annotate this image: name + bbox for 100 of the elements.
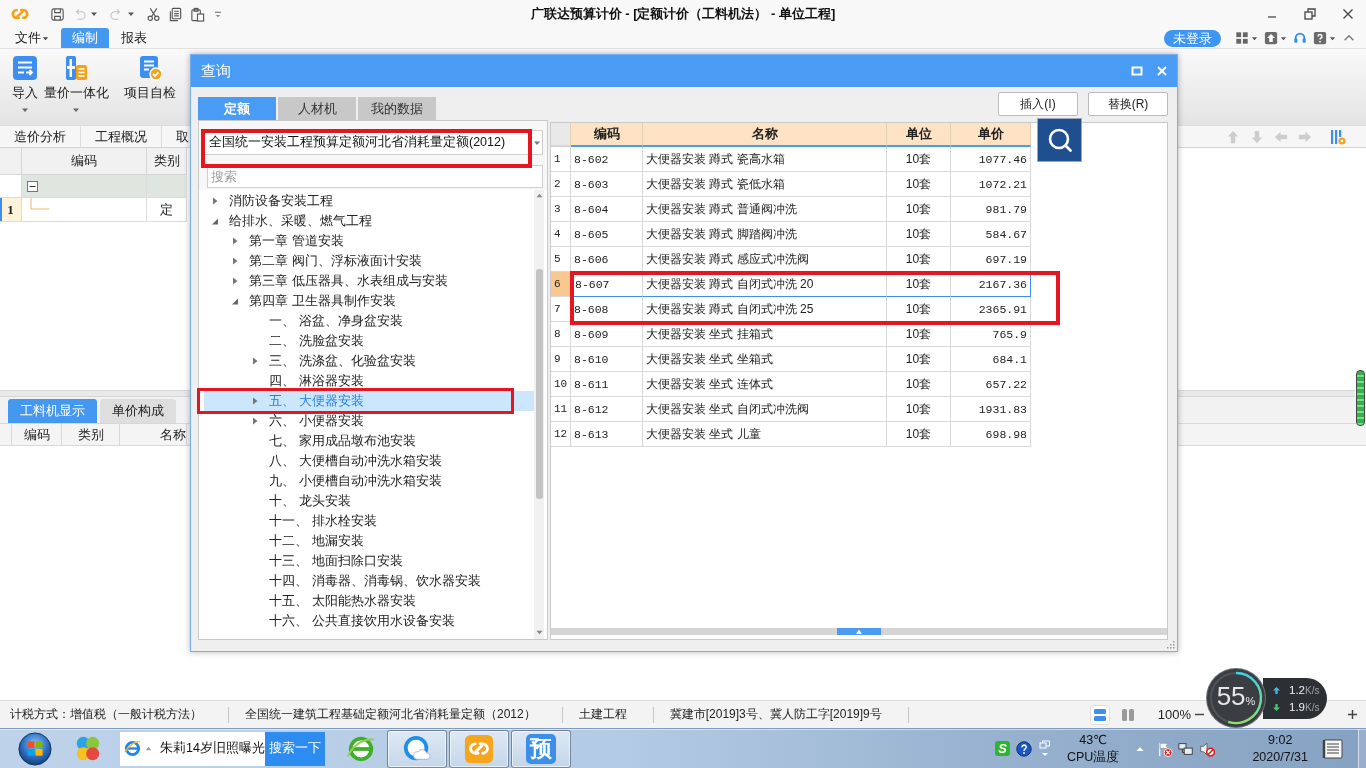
tree-item[interactable]: 第四章 卫生器具制作安装	[204, 291, 534, 311]
taskbar-app-button[interactable]	[449, 729, 509, 768]
clock-time[interactable]: 9:02	[1268, 731, 1293, 749]
table-cell: 1072.21	[951, 172, 1031, 197]
import-button[interactable]: 导入	[5, 49, 45, 123]
action-button[interactable]: 替换(R)	[1088, 92, 1168, 116]
upload-icon[interactable]	[1264, 31, 1278, 45]
table-cell: 大便器安装 坐式 坐箱式	[643, 347, 887, 372]
copy-icon[interactable]	[168, 6, 183, 22]
row-number: 9	[551, 347, 571, 372]
status-text: 土建工程	[578, 706, 627, 723]
taskbar-app-button[interactable]	[387, 729, 447, 768]
tree-item[interactable]: 六、 小便器安装	[204, 411, 534, 431]
collapse-box-icon[interactable]	[27, 180, 38, 192]
zoom-in-icon[interactable]	[1347, 709, 1358, 720]
help-icon[interactable]	[1016, 740, 1032, 757]
tree-item[interactable]: 第二章 阀门、浮标液面计安装	[204, 251, 534, 271]
menu-tab[interactable]: 文件	[9, 28, 55, 48]
resize-grip-icon[interactable]	[1165, 639, 1175, 649]
speed-panel[interactable]: 1.2K/s 1.9K/s	[1263, 678, 1327, 719]
dialog-tab[interactable]: 我的数据	[358, 97, 436, 120]
row-number: 4	[551, 222, 571, 247]
tree-item[interactable]: 一、 浴盆、净身盆安装	[204, 311, 534, 331]
table-cell: 10套	[887, 397, 951, 422]
tree-item[interactable]: 二、 洗脸盆安装	[204, 331, 534, 351]
scroll-down-icon[interactable]	[534, 629, 544, 636]
side-handle[interactable]	[1356, 370, 1365, 426]
table-cell: 10套	[887, 172, 951, 197]
notes-icon[interactable]	[1322, 737, 1344, 760]
menu-tab[interactable]: 报表	[115, 28, 153, 48]
tree-item[interactable]: 三、 洗涤盆、化验盆安装	[204, 351, 534, 371]
row-number: 2	[551, 172, 571, 197]
tree-connector-icon	[29, 198, 49, 212]
tree-item[interactable]: 给排水、采暖、燃气工程	[204, 211, 534, 231]
caret-icon[interactable]	[1329, 34, 1336, 42]
search-button[interactable]	[1037, 118, 1082, 162]
pane-tab[interactable]: 单价构成	[100, 399, 176, 423]
status-text: 全国统一建筑工程基础定额河北省消耗量定额（2012）	[245, 706, 536, 723]
tree-item[interactable]: 九、 小便槽自动冲洗水箱安装	[204, 471, 534, 491]
table-cell: 定	[147, 198, 187, 222]
dialog-tab[interactable]: 人材机	[278, 97, 356, 120]
maximize-icon[interactable]	[1131, 65, 1143, 77]
tree-item[interactable]: 四、 淋浴器安装	[204, 371, 534, 391]
view-tab[interactable]: 取	[162, 126, 191, 147]
help-icon[interactable]	[1313, 31, 1327, 45]
tree-item[interactable]: 十一、 排水栓安装	[204, 511, 534, 531]
table-cell: 8-609	[571, 322, 643, 347]
tree-item[interactable]: 十六、 公共直接饮用水设备安装	[204, 611, 534, 631]
tree-item[interactable]: 第三章 低压器具、水表组成与安装	[204, 271, 534, 291]
scrollbar-thumb[interactable]	[535, 269, 543, 499]
flag-icon[interactable]	[1157, 740, 1174, 757]
table-cell: 8-612	[571, 397, 643, 422]
action-button[interactable]: 插入(I)	[998, 92, 1078, 116]
tree-item[interactable]: 消防设备安装工程	[204, 191, 534, 211]
clock-date[interactable]: 2020/7/31	[1252, 748, 1308, 766]
caret-icon[interactable]	[1251, 34, 1258, 42]
splitter-handle-icon[interactable]	[837, 628, 881, 635]
tree-item[interactable]: 第一章 管道安装	[204, 231, 534, 251]
scroll-up-icon[interactable]	[534, 192, 544, 199]
tree-item[interactable]: 十二、 地漏安装	[204, 531, 534, 551]
save-icon[interactable]	[50, 6, 65, 22]
status-text: 冀建市[2019]3号、冀人防工字[2019]9号	[669, 706, 882, 723]
cut-icon[interactable]	[146, 6, 161, 22]
network-icon[interactable]	[1178, 740, 1195, 757]
table-cell: 981.79	[951, 197, 1031, 222]
column-header: 名称	[120, 424, 187, 445]
table-cell: 10套	[887, 197, 951, 222]
tree-item[interactable]: 十五、 太阳能热水器安装	[204, 591, 534, 611]
paste-icon[interactable]	[190, 6, 205, 22]
scrollbar[interactable]	[534, 190, 544, 639]
stacked-view-icon[interactable]	[1089, 704, 1110, 725]
table-cell: 大便器安装 坐式 自闭式冲洗阀	[643, 397, 887, 422]
table-cell: 697.19	[951, 247, 1031, 272]
tree-item[interactable]: 十三、 地面扫除口安装	[204, 551, 534, 571]
row-number: 1	[0, 198, 22, 222]
view-tab[interactable]: 工程概况	[81, 126, 162, 147]
table-cell: 大便器安装 蹲式 瓷高水箱	[643, 147, 887, 172]
tree-item[interactable]: 八、 大便槽自动冲洗水箱安装	[204, 451, 534, 471]
table-cell: 10套	[887, 247, 951, 272]
caret-icon[interactable]	[1280, 34, 1287, 42]
self-check-button[interactable]: 项目自检	[123, 49, 177, 123]
start-button[interactable]	[18, 731, 52, 766]
pricing-button[interactable]: 量价一体化	[45, 49, 107, 123]
tree-item[interactable]: 七、 家用成品墩布池安装	[204, 431, 534, 451]
view-tab[interactable]: 造价分析	[0, 126, 81, 147]
table-cell: 大便器安装 蹲式 瓷低水箱	[643, 172, 887, 197]
search-widget[interactable]: 朱莉14岁旧照曝光 搜索一下	[120, 731, 325, 766]
news-headline[interactable]: 朱莉14岁旧照曝光	[160, 740, 265, 757]
speaker-icon[interactable]	[1199, 740, 1216, 757]
table-cell: 584.67	[951, 222, 1031, 247]
row-number: 10	[551, 372, 571, 397]
table-cell: 8-611	[571, 372, 643, 397]
table-cell: 10套	[887, 347, 951, 372]
headset-icon[interactable]	[1293, 31, 1307, 45]
window-caret-icon[interactable]	[1039, 739, 1051, 758]
tree-item[interactable]: 十、 龙头安装	[204, 491, 534, 511]
grid-layout-icon[interactable]	[1235, 31, 1249, 45]
restore-icon[interactable]	[1302, 6, 1318, 22]
tree-item[interactable]: 十四、 消毒器、消毒锅、饮水器安装	[204, 571, 534, 591]
column-settings-icon[interactable]	[1330, 128, 1346, 145]
